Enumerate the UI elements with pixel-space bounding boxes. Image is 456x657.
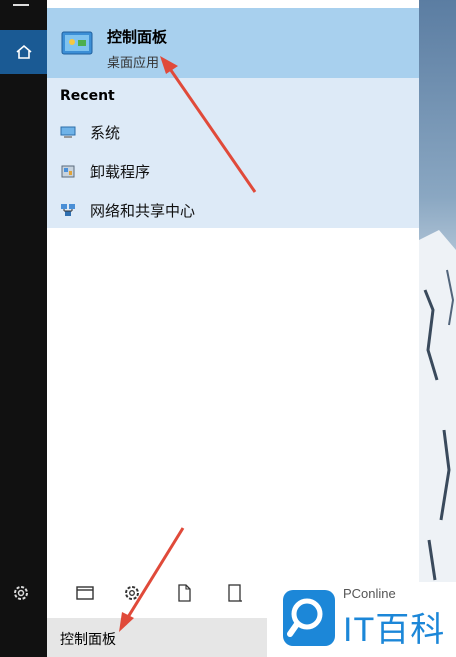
- apps-filter-icon[interactable]: [74, 582, 96, 604]
- recent-item-system[interactable]: 系统: [60, 120, 120, 144]
- start-rail: [0, 0, 47, 657]
- recent-item-uninstall[interactable]: 卸载程序: [60, 159, 150, 183]
- filter-bar: [47, 570, 267, 614]
- search-input[interactable]: 控制面板: [47, 618, 267, 657]
- settings-filter-icon[interactable]: [121, 582, 143, 604]
- best-match-title: 控制面板: [107, 28, 168, 46]
- search-results-panel: 控制面板 桌面应用 Recent 系统 卸载程序 网络和共享中心 控制面板: [47, 0, 419, 657]
- watermark: PConline IT百科: [267, 582, 456, 657]
- network-icon: [61, 204, 75, 216]
- best-match-subtitle: 桌面应用: [107, 56, 160, 71]
- menu-indicator: [13, 4, 29, 6]
- recent-item-network[interactable]: 网络和共享中心: [60, 198, 195, 222]
- best-match-item[interactable]: 控制面板 桌面应用: [47, 8, 419, 78]
- gear-icon: [14, 586, 28, 600]
- settings-button[interactable]: [10, 582, 32, 604]
- home-icon: [15, 44, 32, 59]
- recent-heading: Recent: [60, 88, 115, 104]
- watermark-site: PConline: [343, 586, 396, 601]
- uninstall-icon: [61, 165, 75, 178]
- search-query: 控制面板: [60, 632, 116, 648]
- recent-item-label: 卸载程序: [90, 162, 151, 181]
- magnifier-logo-icon: [283, 590, 335, 646]
- desktop-wallpaper: [419, 0, 456, 657]
- folders-filter-icon[interactable]: [224, 582, 246, 604]
- home-button[interactable]: [0, 30, 47, 74]
- documents-filter-icon[interactable]: [173, 582, 195, 604]
- control-panel-icon: [61, 31, 93, 55]
- recent-item-label: 网络和共享中心: [90, 201, 196, 220]
- recent-item-label: 系统: [90, 123, 121, 142]
- recent-section: Recent 系统 卸载程序 网络和共享中心: [47, 78, 419, 228]
- system-icon: [60, 126, 76, 138]
- watermark-brand: IT百科: [343, 611, 446, 649]
